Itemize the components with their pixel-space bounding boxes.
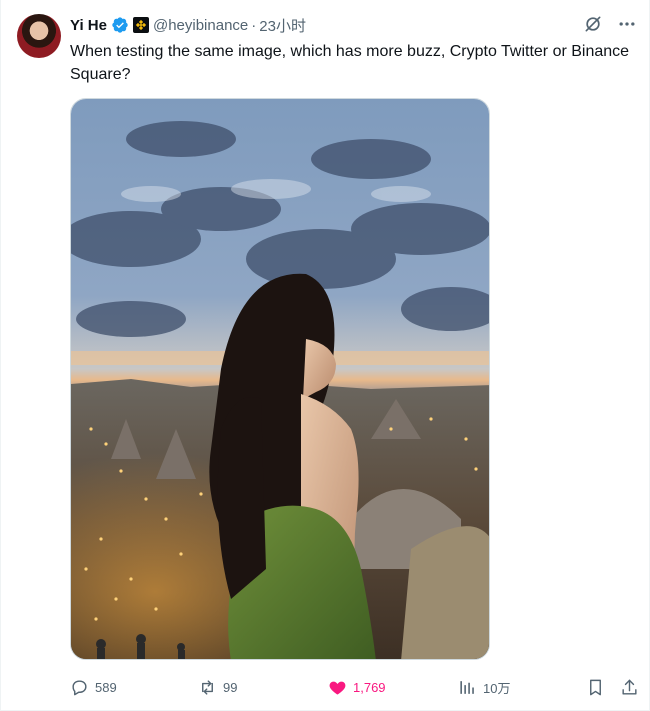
bookmark-button[interactable] (586, 673, 611, 701)
author-name[interactable]: Yi He (70, 17, 107, 34)
like-count: 1,769 (353, 679, 386, 695)
share-icon (622, 679, 637, 695)
like-button[interactable]: 1,769 (328, 673, 386, 701)
author-handle[interactable]: @heyibinance (153, 17, 248, 34)
reply-icon (72, 679, 87, 695)
tweet-card[interactable]: Yi He @heyibinance · 23小时 When testing t… (0, 0, 650, 711)
verified-badge-icon[interactable] (111, 16, 129, 34)
share-button[interactable] (620, 673, 645, 701)
grok-icon[interactable] (583, 14, 603, 34)
view-count: 10万 (483, 680, 511, 696)
reply-count: 589 (95, 679, 117, 695)
timestamp[interactable]: 23小时 (259, 15, 306, 36)
repost-button[interactable]: 99 (198, 673, 237, 701)
tweet-header: Yi He @heyibinance · 23小时 (70, 14, 633, 36)
views-button[interactable]: 10万 (458, 673, 510, 701)
more-icon[interactable] (617, 14, 637, 34)
bookmark-icon (590, 679, 601, 695)
views-chart-icon (460, 680, 474, 694)
repost-icon (202, 679, 213, 695)
binance-logo-icon[interactable] (132, 17, 149, 33)
header-actions (583, 14, 637, 34)
tweet-actions: 589 99 1,769 10万 (70, 673, 642, 701)
tweet-text: When testing the same image, which has m… (70, 43, 630, 83)
avatar[interactable] (17, 14, 61, 58)
repost-count: 99 (223, 679, 238, 695)
separator-dot: · (251, 16, 257, 34)
tweet-photo[interactable] (70, 98, 490, 660)
heart-filled-icon (329, 681, 346, 695)
reply-button[interactable]: 589 (70, 673, 117, 701)
